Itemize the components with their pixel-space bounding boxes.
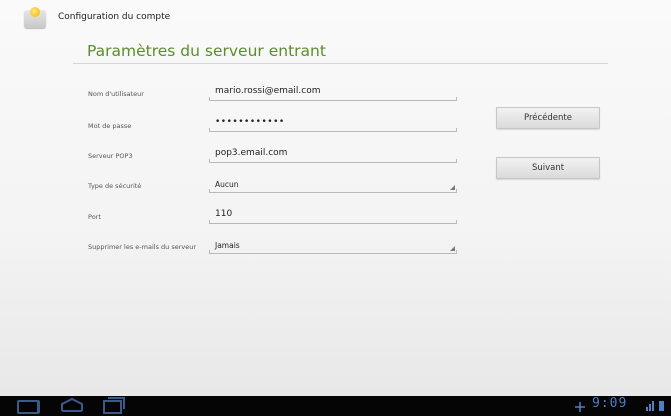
server-underline <box>209 159 457 163</box>
app-title: Configuration du compte <box>58 12 171 22</box>
signal-icon <box>646 401 655 411</box>
previous-button[interactable]: Précédente <box>496 107 600 129</box>
port-label: Port <box>88 213 101 221</box>
home-icon[interactable] <box>61 398 83 412</box>
server-field[interactable]: pop3.email.com <box>209 147 457 163</box>
usb-icon <box>575 402 585 412</box>
port-value: 110 <box>215 209 233 219</box>
delete-label: Supprimer les e-mails du serveur <box>88 243 197 251</box>
email-account-icon <box>24 7 46 28</box>
server-label: Serveur POP3 <box>88 152 133 160</box>
email-badge-icon <box>30 7 40 17</box>
password-field[interactable]: •••••••••••• <box>209 116 457 132</box>
screen: Configuration du compte Paramètres du se… <box>0 0 671 396</box>
page-title: Paramètres du serveur entrant <box>87 42 326 60</box>
recent-apps-icon[interactable] <box>103 397 125 414</box>
security-underline <box>209 189 457 193</box>
back-icon[interactable] <box>17 400 40 414</box>
server-value: pop3.email.com <box>215 148 288 158</box>
port-underline <box>209 220 457 224</box>
password-label: Mot de passe <box>88 122 132 130</box>
delete-spinner[interactable]: Jamais <box>209 238 457 254</box>
security-value: Aucun <box>215 180 239 189</box>
password-underline <box>209 128 457 132</box>
header-divider <box>73 63 608 64</box>
dropdown-triangle-icon <box>450 185 455 190</box>
delete-underline <box>209 250 457 254</box>
port-field[interactable]: 110 <box>209 208 457 224</box>
delete-value: Jamais <box>215 241 240 250</box>
username-value: mario.rossi@email.com <box>215 86 321 96</box>
username-label: Nom d'utilisateur <box>88 90 144 98</box>
dropdown-triangle-icon <box>450 246 455 251</box>
username-field[interactable]: mario.rossi@email.com <box>209 85 457 101</box>
security-spinner[interactable]: Aucun <box>209 177 457 193</box>
next-button[interactable]: Suivant <box>496 157 600 179</box>
username-underline <box>209 97 457 101</box>
action-bar: Configuration du compte <box>0 0 671 36</box>
security-label: Type de sécurité <box>88 182 142 190</box>
system-bar: 9:09 <box>0 396 671 416</box>
clock[interactable]: 9:09 <box>592 396 627 411</box>
password-value: •••••••••••• <box>215 117 285 127</box>
battery-icon <box>659 401 664 411</box>
